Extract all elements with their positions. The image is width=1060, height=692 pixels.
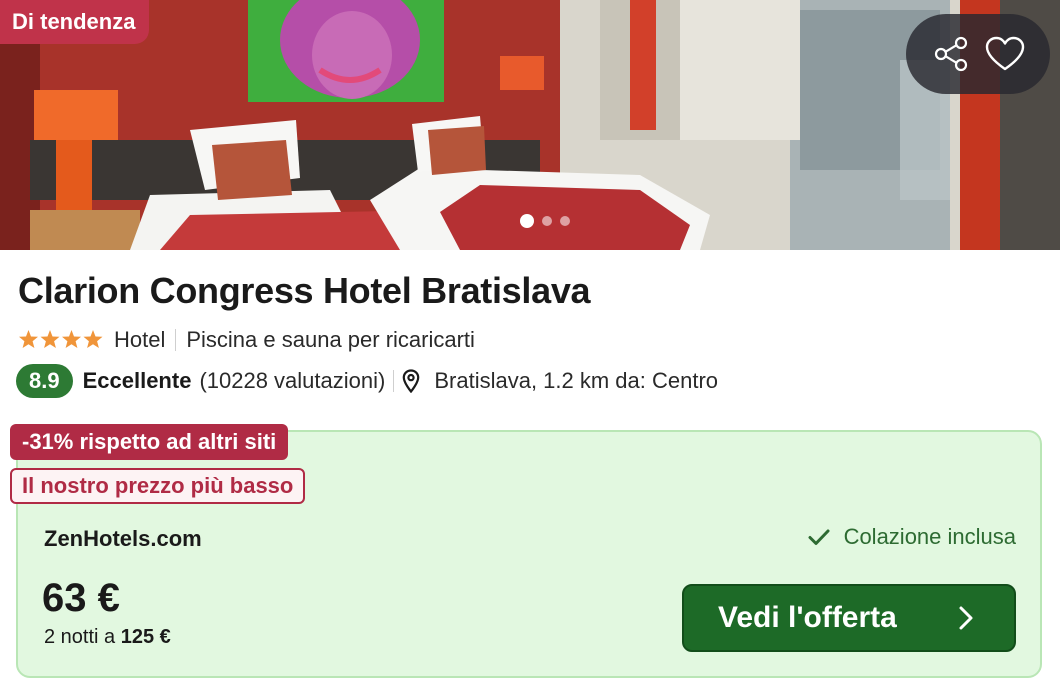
divider — [175, 329, 177, 351]
divider — [393, 370, 395, 392]
view-offer-button[interactable]: Vedi l'offerta — [682, 584, 1016, 652]
star-rating — [18, 329, 104, 351]
breakfast-label: Colazione inclusa — [843, 524, 1016, 549]
hotel-type: Hotel — [114, 327, 166, 352]
lowest-price-badge: Il nostro prezzo più basso — [10, 468, 306, 504]
location-pin-icon — [402, 369, 420, 393]
provider-name: ZenHotels.com — [44, 526, 202, 551]
checkmark-icon — [808, 529, 830, 545]
heart-icon — [985, 36, 1025, 71]
hotel-photo[interactable]: Di tendenza — [0, 0, 1060, 250]
share-button[interactable] — [927, 30, 975, 78]
photo-actions — [906, 14, 1050, 94]
hotel-name[interactable]: Clarion Congress Hotel Bratislava — [18, 270, 591, 312]
carousel-dot[interactable] — [560, 216, 570, 226]
total-price: 2 notti a 125 € — [44, 626, 171, 649]
price: 63 € — [42, 576, 120, 620]
nights-total: 125 € — [120, 626, 171, 648]
hotel-type-row: Hotel Piscina e sauna per ricaricarti — [18, 326, 475, 354]
carousel-dot[interactable] — [520, 214, 534, 228]
share-icon — [934, 36, 968, 72]
location-text[interactable]: Bratislava, 1.2 km da: Centro — [434, 368, 718, 394]
rating-row: 8.9 Eccellente (10228 valutazioni) Brati… — [16, 364, 718, 398]
favorite-button[interactable] — [981, 30, 1029, 78]
carousel-dots — [520, 214, 570, 228]
trending-badge: Di tendenza — [0, 0, 150, 44]
hotel-tagline: Piscina e sauna per ricaricarti — [186, 327, 475, 352]
score-badge[interactable]: 8.9 — [16, 364, 73, 398]
rating-word[interactable]: Eccellente — [83, 368, 192, 394]
review-count[interactable]: (10228 valutazioni) — [199, 368, 385, 394]
breakfast-info: Colazione inclusa — [808, 524, 1016, 550]
hotel-room-image — [0, 0, 1060, 250]
view-offer-label: Vedi l'offerta — [718, 601, 897, 634]
star-icons — [19, 330, 103, 348]
discount-badge: -31% rispetto ad altri siti — [10, 424, 289, 460]
carousel-dot[interactable] — [542, 216, 552, 226]
nights-prefix: 2 notti a — [44, 626, 121, 648]
chevron-right-icon — [959, 606, 973, 630]
trending-badge-label: Di tendenza — [12, 9, 136, 34]
